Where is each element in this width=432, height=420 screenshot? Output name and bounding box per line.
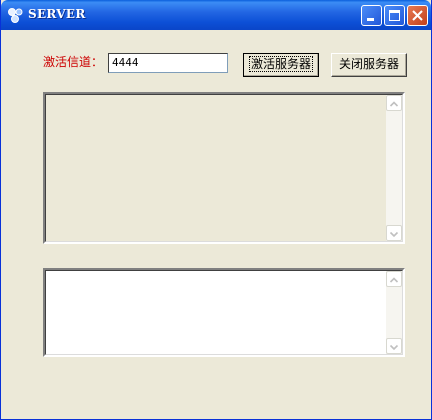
maximize-button[interactable] [384,5,405,26]
close-server-button[interactable]: 关闭服务器 [331,53,407,77]
title-bar[interactable]: SERVER [1,0,431,30]
log-scrollbar[interactable] [386,95,402,241]
message-scroll-down-button[interactable] [386,338,402,354]
log-textarea[interactable] [43,92,405,244]
window-title: SERVER [28,7,86,21]
minimize-icon [367,18,374,21]
log-scroll-down-button[interactable] [386,225,402,241]
app-server-icon [7,7,24,24]
message-textarea-inner [45,270,403,355]
activate-server-button[interactable]: 激活服务器 [243,53,319,77]
chevron-down-icon [389,231,399,238]
close-icon [412,10,423,21]
log-textarea-inner [45,94,403,242]
chevron-up-icon [389,101,399,107]
channel-label: 激活信道： [43,55,104,69]
maximize-icon [389,10,400,21]
server-window: SERVER 激活信道： 4444 激活服务器 关闭服务器 [0,0,432,420]
minimize-button[interactable] [361,5,382,26]
message-textarea[interactable] [43,268,405,357]
close-button[interactable] [407,5,428,26]
chevron-down-icon [389,344,399,351]
message-scroll-up-button[interactable] [386,271,402,287]
message-scrollbar[interactable] [386,271,402,354]
log-scroll-up-button[interactable] [386,95,402,111]
activate-server-label: 激活服务器 [248,56,313,72]
chevron-up-icon [389,277,399,283]
channel-input[interactable]: 4444 [108,53,228,73]
